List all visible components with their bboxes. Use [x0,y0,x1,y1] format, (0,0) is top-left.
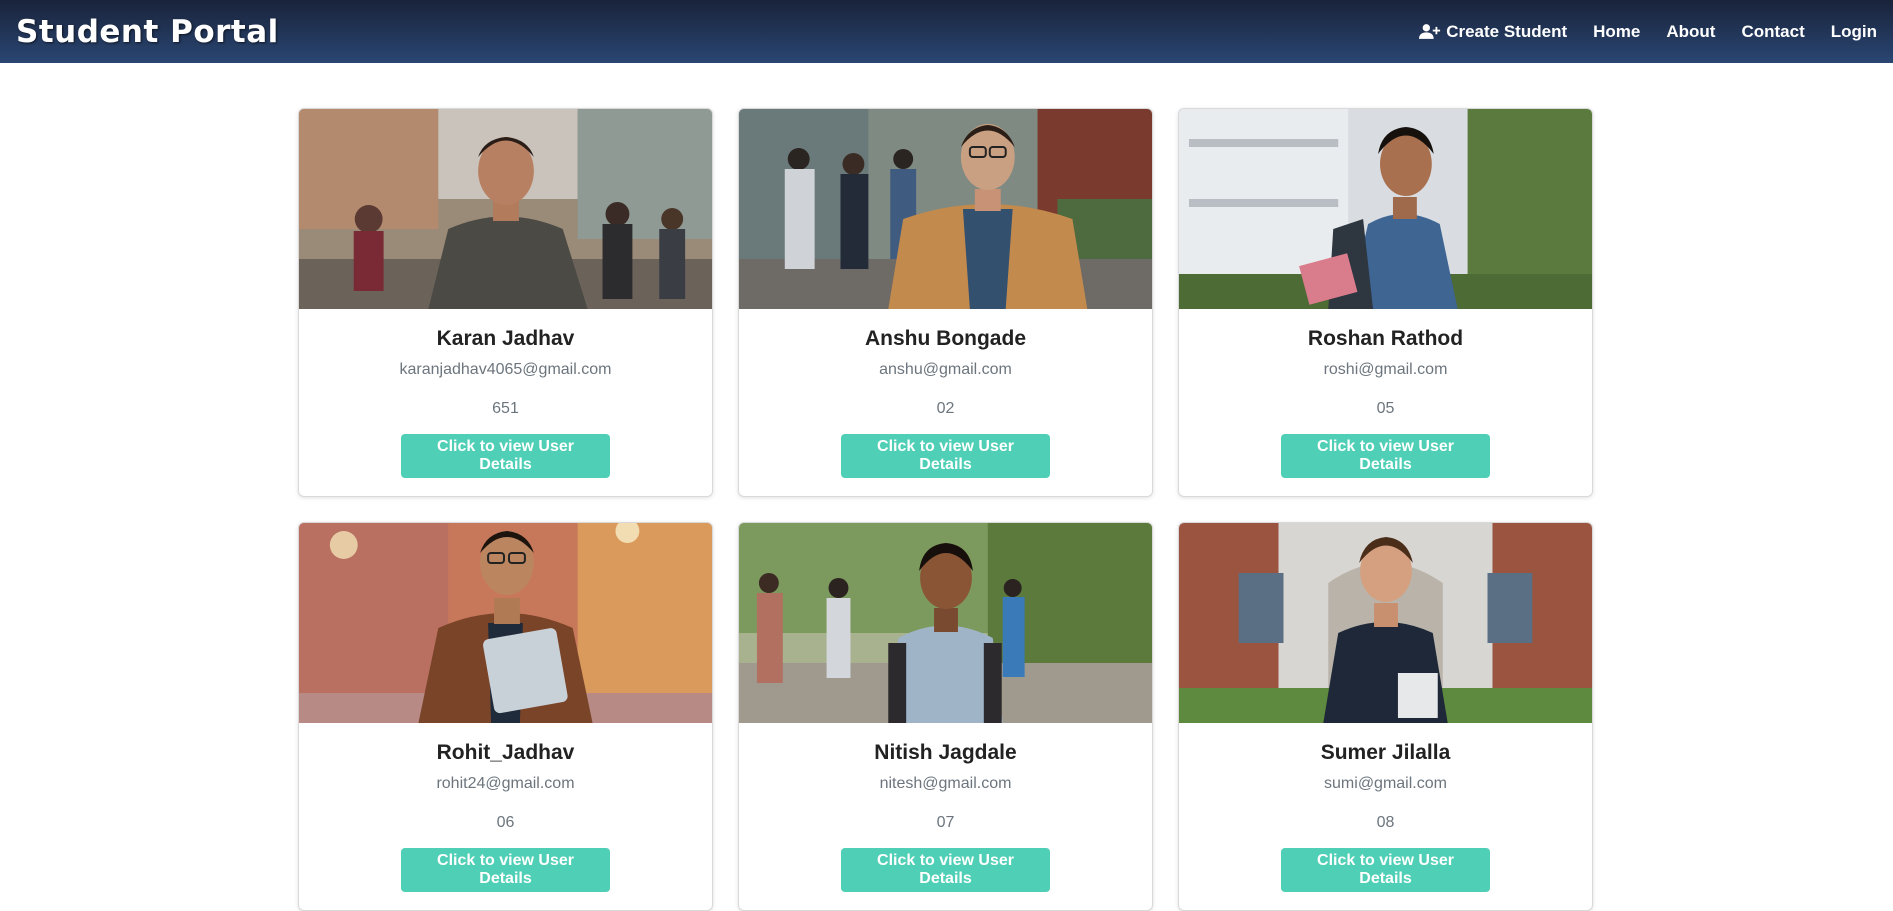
view-user-details-button[interactable]: Click to view User Details [841,848,1050,892]
nav-create-student-label: Create Student [1446,21,1568,41]
student-card-grid: Karan Jadhav karanjadhav4065@gmail.com 6… [298,108,1593,911]
student-name: Karan Jadhav [436,327,575,350]
student-roll: 06 [496,814,515,831]
student-card: Karan Jadhav karanjadhav4065@gmail.com 6… [298,108,713,497]
student-email: karanjadhav4065@gmail.com [399,361,612,378]
nav-links: Create Student Home About Contact Login [1419,22,1877,42]
nav-login-link[interactable]: Login [1831,22,1877,42]
student-name: Sumer Jilalla [1320,741,1451,764]
student-roll: 05 [1376,400,1395,417]
student-photo [299,109,712,309]
student-card: Roshan Rathod roshi@gmail.com 05 Click t… [1178,108,1593,497]
nav-home-link[interactable]: Home [1593,22,1640,42]
nav-about-link[interactable]: About [1666,22,1715,42]
student-email: anshu@gmail.com [879,361,1012,378]
student-card: Anshu Bongade anshu@gmail.com 02 Click t… [738,108,1153,497]
student-name: Anshu Bongade [865,327,1026,350]
student-roll: 07 [936,814,955,831]
student-card: Nitish Jagdale nitesh@gmail.com 07 Click… [738,522,1153,911]
student-email: sumi@gmail.com [1324,775,1447,792]
navbar: Student Portal Create Student Home About… [0,0,1893,63]
student-photo [739,523,1152,723]
student-roll: 08 [1376,814,1395,831]
view-user-details-button[interactable]: Click to view User Details [841,434,1050,478]
view-user-details-button[interactable]: Click to view User Details [1281,848,1490,892]
student-card: Rohit_Jadhav rohit24@gmail.com 06 Click … [298,522,713,911]
user-plus-icon [1419,24,1441,39]
brand-title[interactable]: Student Portal [16,14,279,50]
view-user-details-button[interactable]: Click to view User Details [1281,434,1490,478]
student-photo [1179,523,1592,723]
student-email: nitesh@gmail.com [879,775,1012,792]
student-roll: 651 [492,400,519,417]
student-roll: 02 [936,400,955,417]
student-email: roshi@gmail.com [1323,361,1448,378]
student-name: Rohit_Jadhav [436,741,575,764]
student-name: Nitish Jagdale [874,741,1017,764]
student-photo [299,523,712,723]
student-card: Sumer Jilalla sumi@gmail.com 08 Click to… [1178,522,1593,911]
student-email: rohit24@gmail.com [436,775,575,792]
view-user-details-button[interactable]: Click to view User Details [401,848,610,892]
student-photo [1179,109,1592,309]
nav-contact-link[interactable]: Contact [1741,22,1804,42]
view-user-details-button[interactable]: Click to view User Details [401,434,610,478]
student-photo [739,109,1152,309]
student-name: Roshan Rathod [1307,327,1464,350]
nav-create-student-link[interactable]: Create Student [1419,22,1567,42]
